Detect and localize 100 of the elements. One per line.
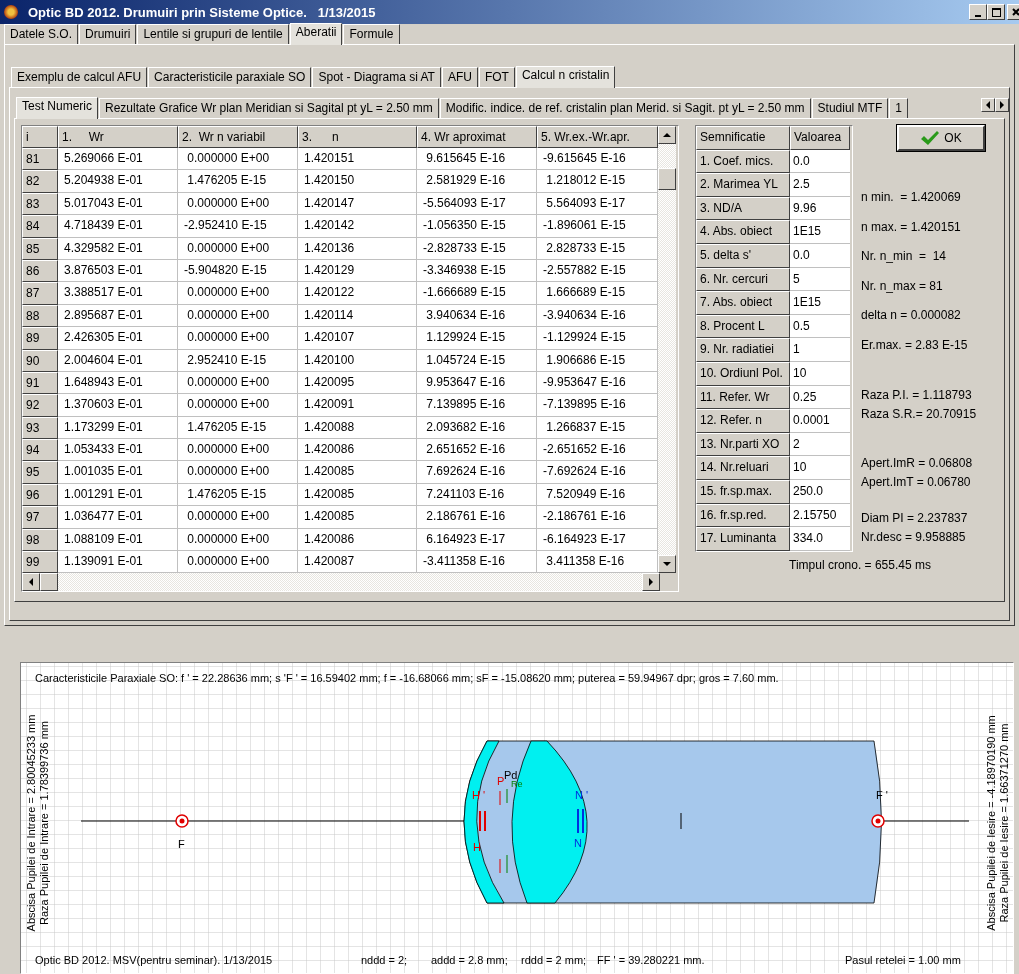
result-text: Diam PI = 2.237837	[861, 510, 969, 527]
table-cell: -2.651652 E-16	[537, 439, 658, 462]
footer-text: nddd = 2;	[361, 954, 408, 966]
parameter-label: 17. Luminanta	[696, 527, 790, 551]
value-field[interactable]: 2.5	[790, 173, 850, 197]
row-header: 87	[22, 282, 58, 305]
table-cell: 7.139895 E-16	[417, 394, 537, 417]
row-header: 88	[22, 304, 58, 328]
parameter-label: 9. Nr. radiatiei	[696, 338, 790, 362]
tab[interactable]: 1	[889, 98, 908, 118]
result-text: Er.max. = 2.83 E-15	[861, 336, 969, 354]
value-field[interactable]: 1	[790, 338, 850, 362]
column-header[interactable]: 1. Wr	[58, 126, 178, 148]
parameter-label: 2. Marimea YL	[696, 173, 790, 197]
value-field[interactable]: 0.5	[790, 314, 850, 339]
table-cell: 1.370603 E-01	[58, 394, 178, 417]
value-field[interactable]: 1E15	[790, 220, 850, 244]
tab[interactable]: Exemplu de calcul AFU	[11, 67, 148, 87]
pupil-mark	[499, 858, 501, 874]
column-header[interactable]: i	[22, 126, 58, 148]
table-cell: 0.000000 E+00	[178, 237, 298, 260]
value-field[interactable]: 9.96	[790, 196, 850, 221]
ok-button[interactable]: OK	[897, 125, 985, 151]
table-cell: -7.139895 E-16	[537, 394, 658, 417]
parameter-label: 11. Refer. Wr	[696, 385, 790, 410]
scroll-left-button[interactable]	[981, 98, 995, 112]
value-field[interactable]: 2	[790, 432, 850, 457]
table-cell: 2.828733 E-15	[537, 237, 658, 260]
column-header[interactable]: 5. Wr.ex.-Wr.apr.	[537, 126, 658, 148]
pupil-mark	[506, 854, 508, 874]
tab[interactable]: Rezultate Grafice Wr plan Meridian si Sagital pt yL = 2.50 mm	[99, 98, 439, 118]
value-field[interactable]: 0.0001	[790, 409, 850, 433]
app-icon	[4, 5, 18, 19]
parameter-label: 6. Nr. cercuri	[696, 267, 790, 292]
row-header: 98	[22, 528, 58, 552]
maximize-icon[interactable]	[987, 4, 1005, 20]
tab[interactable]: Modific. indice. de ref. cristalin plan Merid. si Sagit. pt yL = 2.50 mm	[439, 98, 811, 118]
scroll-up-button[interactable]	[658, 126, 676, 144]
table-cell: 1.420086	[298, 528, 417, 552]
table-cell: 0.000000 E+00	[178, 394, 298, 417]
tab[interactable]: Datele S.O.	[4, 24, 79, 44]
column-header[interactable]: 4. Wr aproximat	[417, 126, 537, 148]
value-field[interactable]: 10	[790, 456, 850, 480]
scroll-left-button[interactable]	[22, 573, 40, 592]
tab[interactable]: Lentile si grupuri de lentile	[137, 24, 289, 44]
parameter-label: 4. Abs. obiect	[696, 220, 790, 244]
table-cell: -5.904820 E-15	[178, 259, 298, 283]
scroll-thumb[interactable]	[40, 573, 58, 592]
scroll-thumb[interactable]	[658, 168, 676, 190]
row-header: 99	[22, 551, 58, 574]
point-label: P	[497, 775, 505, 787]
table-cell: 3.940634 E-16	[417, 304, 537, 328]
table-cell: 1.001035 E-01	[58, 461, 178, 484]
window-title: Optic BD 2012. Drumuiri prin Sisteme Optice. 1/13/2015	[28, 4, 377, 20]
scroll-right-button[interactable]	[642, 573, 660, 592]
tab[interactable]: Formule	[343, 24, 400, 44]
table-cell: 0.000000 E+00	[178, 506, 298, 529]
table-cell: 2.186761 E-16	[417, 506, 537, 529]
horizontal-scrollbar[interactable]	[22, 573, 660, 592]
tab[interactable]: Studiul MTF	[811, 98, 889, 118]
value-field[interactable]: 10	[790, 361, 850, 386]
table-cell: 0.000000 E+00	[178, 528, 298, 552]
table-cell: 0.000000 E+00	[178, 282, 298, 305]
table-cell: 1.218012 E-15	[537, 170, 658, 193]
tab[interactable]: Aberatii	[289, 23, 343, 45]
table-cell: -1.056350 E-15	[417, 215, 537, 238]
table-cell: 1.420114	[298, 304, 417, 328]
scroll-down-button[interactable]	[658, 555, 676, 574]
value-field[interactable]: 0.0	[790, 149, 850, 174]
table-cell: 0.000000 E+00	[178, 327, 298, 350]
table-cell: -2.952410 E-15	[178, 215, 298, 238]
tab[interactable]: Drumuiri	[79, 24, 137, 44]
tab[interactable]: Calcul n cristalin	[515, 66, 616, 88]
result-text: Raza P.I. = 1.118793	[861, 387, 973, 404]
table-cell: 1.053433 E-01	[58, 439, 178, 462]
value-field[interactable]: 0.0	[790, 243, 850, 268]
value-field[interactable]: 2.15750	[790, 503, 850, 528]
table-cell: 2.004604 E-01	[58, 349, 178, 372]
value-field[interactable]: 1E15	[790, 291, 850, 315]
tab[interactable]: FOT	[478, 67, 515, 87]
footer-text: rddd = 2 mm;	[521, 954, 587, 966]
table-cell: 3.876503 E-01	[58, 259, 178, 283]
parameter-label: 3. ND/A	[696, 196, 790, 221]
value-field[interactable]: 334.0	[790, 527, 850, 551]
tab[interactable]: Caracteristicile paraxiale SO	[148, 67, 312, 87]
table-cell: 1.420100	[298, 349, 417, 372]
value-field[interactable]: 5	[790, 267, 850, 292]
table-cell: 1.420095	[298, 371, 417, 395]
minimize-icon[interactable]	[969, 4, 987, 20]
tab[interactable]: Spot - Diagrama si AT	[312, 67, 441, 87]
column-header: Valoarea	[790, 126, 850, 150]
column-header[interactable]: 2. Wr n variabil	[178, 126, 298, 148]
value-field[interactable]: 0.25	[790, 385, 850, 410]
tab[interactable]: Test Numeric	[16, 97, 98, 119]
value-field[interactable]: 250.0	[790, 479, 850, 504]
footer-text: addd = 2.8 mm;	[431, 954, 508, 966]
column-header[interactable]: 3. n	[298, 126, 417, 148]
scroll-right-button[interactable]	[995, 98, 1009, 112]
vertical-scrollbar[interactable]	[658, 126, 676, 574]
tab[interactable]: AFU	[441, 67, 478, 87]
